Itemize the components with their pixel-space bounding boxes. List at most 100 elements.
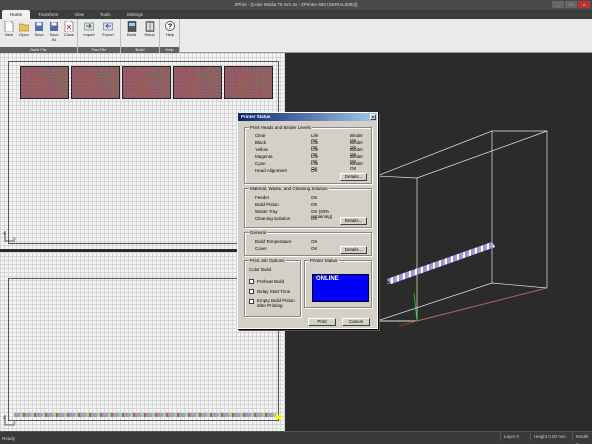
preheat-build-checkbox[interactable] (249, 279, 254, 284)
ribbon-tabs: Home Transform View Tools Settings (0, 10, 592, 19)
new-label: New (4, 32, 13, 37)
app-window: ZPrint - [Color Media 70 mm 3x - ZPrinte… (0, 0, 592, 444)
general-group-title: General (249, 230, 268, 235)
color-build-label: Color Build (249, 267, 272, 272)
general-details-button[interactable]: Details... (340, 246, 367, 254)
heads-group: Print Heads and Binder Levels Clear Life … (244, 125, 372, 184)
tab-transform[interactable]: Transform (30, 10, 66, 19)
window-title: ZPrint - [Color Media 70 mm 3x - ZPrinte… (234, 2, 358, 7)
dialog-title: Printer Status (241, 114, 271, 119)
svg-text:X: X (13, 236, 16, 241)
save-as-icon (50, 22, 59, 31)
status-layer: Layer 0 (500, 433, 522, 441)
part-slice[interactable] (20, 66, 69, 99)
part-slice[interactable] (224, 66, 273, 99)
preheat-build-label: Preheat Build (257, 279, 285, 284)
axis-triad-icon: Z X (3, 415, 16, 426)
part-slice[interactable] (173, 66, 222, 99)
part-slice[interactable] (71, 66, 120, 99)
empty-piston-checkbox[interactable] (249, 299, 254, 304)
delay-start-label: Delay Start Time (257, 289, 291, 294)
new-file-icon (4, 21, 14, 32)
title-bar: ZPrint - [Color Media 70 mm 3x - ZPrinte… (0, 0, 592, 10)
svg-text:Z: Z (3, 415, 6, 420)
svg-text:X: X (13, 420, 16, 425)
minimize-button[interactable]: _ (552, 1, 564, 8)
material-group-title: Material, Waste, and Cleaning Solution (249, 186, 329, 191)
print-job-options-group: Print Job Options Color Build Preheat Bu… (244, 258, 301, 317)
status-bar: Ready Layer 0 Height 0.00 mm Model C (0, 431, 592, 444)
print-job-options-title: Print Job Options (249, 258, 286, 263)
material-row-cleaning: Cleaning Solution OK (255, 216, 318, 221)
printer-status-group: Printer Status ONLINE (304, 258, 372, 308)
group-help: ? Help Help (160, 19, 180, 53)
print-button[interactable]: Print (308, 318, 336, 326)
close-file-icon (64, 21, 74, 32)
open-button[interactable]: Open (17, 21, 31, 42)
printer-status-group-title: Printer Status (309, 258, 339, 263)
empty-piston-label: Empty Build Piston after Printing (257, 298, 295, 308)
part-slice[interactable] (122, 66, 171, 99)
help-icon: ? (165, 21, 175, 31)
save-as-button[interactable]: Save As (47, 21, 61, 42)
setup-label: Setup (144, 32, 155, 37)
material-row-build-piston: Build Piston OK (255, 202, 318, 207)
online-status-display: ONLINE (312, 274, 369, 302)
close-file-label: Close (63, 32, 75, 37)
save-as-label: Save As (49, 32, 59, 42)
head-row-alignment: Head Alignment OK (255, 168, 318, 173)
open-label: Open (19, 32, 29, 37)
head-row-cyan: Cyan Life OK Binder OK (255, 161, 364, 171)
import-icon (84, 22, 94, 31)
ribbon: New Open Save Save As Close Build File I… (0, 19, 592, 53)
tab-tools[interactable]: Tools (92, 10, 119, 19)
close-window-button[interactable]: x (578, 1, 590, 8)
axis-triad-icon: Y X (3, 231, 16, 242)
general-row-temperature: Build Temperature OK (255, 239, 318, 244)
tab-home[interactable]: Home (2, 10, 31, 19)
printer-status-dialog: Printer Status x Print Heads and Binder … (237, 112, 378, 329)
build-button[interactable]: Build (123, 21, 140, 38)
export-icon (103, 22, 113, 31)
import-label: Import (83, 32, 95, 37)
svg-text:Y: Y (3, 231, 6, 236)
heads-details-button[interactable]: Details... (340, 173, 367, 181)
setup-button[interactable]: Setup (141, 21, 158, 38)
head-row-magenta: Magenta Life OK Binder OK (255, 154, 364, 164)
maximize-button[interactable]: □ (565, 1, 577, 8)
material-group: Material, Waste, and Cleaning Solution F… (244, 186, 372, 228)
new-button[interactable]: New (2, 21, 16, 42)
status-ready: Ready (2, 436, 16, 441)
material-row-waste-tray: Waste Tray OK (93% remaining) (255, 209, 333, 219)
3d-parts (387, 242, 495, 284)
material-row-feeder: Feeder OK (255, 195, 318, 200)
window-controls: _ □ x (552, 1, 590, 8)
material-details-button[interactable]: Details... (340, 217, 367, 225)
setup-icon (145, 21, 154, 32)
cancel-button[interactable]: Cancel (342, 318, 370, 326)
help-label: Help (165, 32, 175, 37)
head-row-clear: Clear Life OK Binder OK (255, 133, 364, 143)
export-button[interactable]: Export (99, 21, 117, 38)
help-button[interactable]: ? Help (162, 21, 178, 38)
yellow-marker (276, 415, 282, 419)
close-file-button[interactable]: Close (62, 21, 76, 42)
general-row-cover: Cover OK (255, 246, 318, 251)
import-button[interactable]: Import (80, 21, 98, 38)
general-group: General Build Temperature OK Cover OK Deta… (244, 230, 372, 256)
head-row-yellow: Yellow Life OK Binder OK (255, 147, 364, 157)
dialog-title-bar: Printer Status x (238, 113, 377, 121)
head-row-black: Black Life OK Binder OK (255, 140, 364, 150)
group-build: Build Setup Build (121, 19, 160, 53)
save-button[interactable]: Save (32, 21, 46, 42)
tab-settings[interactable]: Settings (119, 10, 151, 19)
tab-view[interactable]: View (66, 10, 92, 19)
save-label: Save (34, 32, 44, 37)
svg-text:?: ? (168, 24, 172, 31)
build-label: Build (127, 32, 136, 37)
delay-start-checkbox[interactable] (249, 289, 254, 294)
group-part-file: Import Export Part File (78, 19, 121, 53)
group-build-file: New Open Save Save As Close Build File (0, 19, 78, 53)
status-height: Height 0.00 mm (530, 433, 569, 441)
dialog-close-button[interactable]: x (370, 114, 376, 120)
